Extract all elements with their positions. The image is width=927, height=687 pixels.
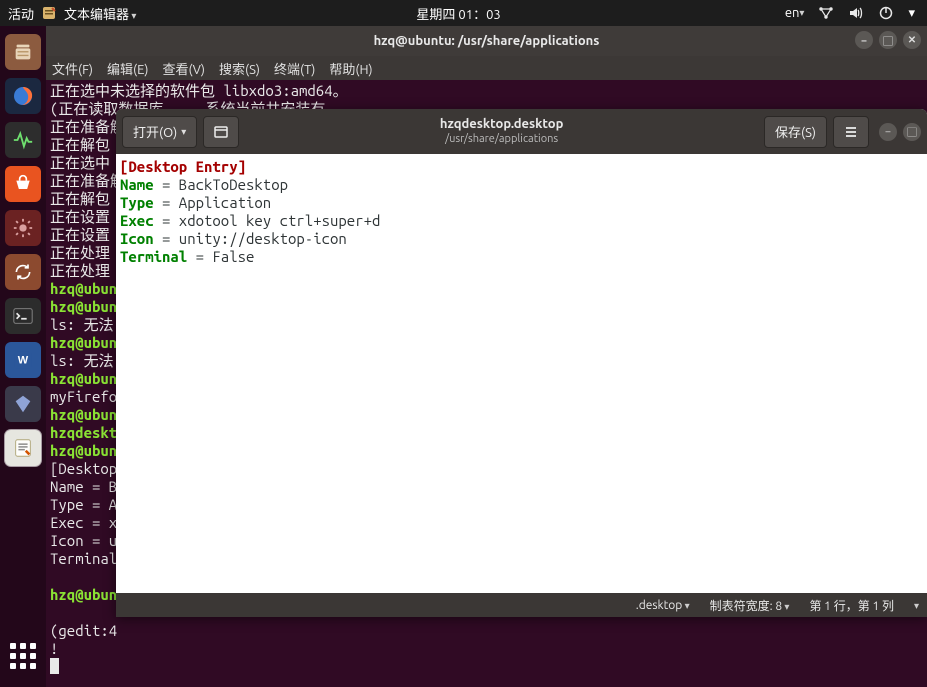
dock-terminal[interactable] — [5, 298, 41, 334]
menu-file[interactable]: 文件(F) — [52, 59, 93, 78]
gedit-maximize-button[interactable]: ▢ — [903, 123, 921, 141]
hamburger-menu-icon[interactable] — [833, 116, 869, 148]
terminal-title-text: hzq@ubuntu: /usr/share/applications — [374, 34, 600, 48]
terminal-titlebar[interactable]: hzq@ubuntu: /usr/share/applications – ▢ … — [46, 26, 927, 56]
menu-search[interactable]: 搜索(S) — [219, 59, 260, 78]
maximize-button[interactable]: ▢ — [879, 31, 897, 49]
chevron-down-icon[interactable]: ▾ — [904, 6, 919, 21]
dock: W — [0, 26, 46, 687]
activities-button[interactable]: 活动 — [8, 4, 34, 23]
gedit-headerbar[interactable]: 打开(O) hzqdesktop.desktop /usr/share/appl… — [116, 109, 927, 154]
gedit-text-view[interactable]: [Desktop Entry] Name = BackToDesktop Typ… — [116, 154, 927, 593]
dock-diamond[interactable] — [5, 386, 41, 422]
app-menu-icon — [40, 4, 58, 22]
dock-software[interactable] — [5, 166, 41, 202]
menu-edit[interactable]: 编辑(E) — [107, 59, 148, 78]
input-source-indicator[interactable]: en — [781, 6, 809, 20]
status-cursor: 第 1 行，第 1 列 — [809, 597, 894, 614]
gedit-minimize-button[interactable]: – — [879, 123, 897, 141]
top-panel: 活动 文本编辑器 星期四 01：03 en ▾ — [0, 0, 927, 26]
network-icon[interactable] — [814, 5, 838, 21]
dock-update[interactable] — [5, 254, 41, 290]
power-icon[interactable] — [874, 5, 898, 21]
open-button[interactable]: 打开(O) — [122, 116, 197, 148]
status-language[interactable]: .desktop — [636, 599, 690, 612]
dock-firefox[interactable] — [5, 78, 41, 114]
volume-icon[interactable] — [844, 5, 868, 21]
svg-text:W: W — [18, 355, 29, 367]
save-button[interactable]: 保存(S) — [764, 116, 827, 148]
status-extra-dropdown[interactable] — [914, 599, 919, 612]
dock-settings[interactable] — [5, 210, 41, 246]
gedit-title: hzqdesktop.desktop /usr/share/applicatio… — [245, 117, 758, 146]
close-button[interactable]: ✕ — [903, 31, 921, 49]
show-applications-button[interactable] — [6, 639, 40, 673]
dock-word[interactable]: W — [5, 342, 41, 378]
dock-monitor[interactable] — [5, 122, 41, 158]
clock[interactable]: 星期四 01：03 — [416, 4, 500, 23]
menu-help[interactable]: 帮助(H) — [329, 59, 372, 78]
gedit-statusbar: .desktop 制表符宽度: 8 第 1 行，第 1 列 — [116, 593, 927, 617]
app-menu-button[interactable]: 文本编辑器 — [64, 4, 136, 23]
dock-text-editor[interactable] — [5, 430, 41, 466]
text-editor-window: 打开(O) hzqdesktop.desktop /usr/share/appl… — [116, 109, 927, 617]
menu-view[interactable]: 查看(V) — [163, 59, 205, 78]
terminal-menubar: 文件(F) 编辑(E) 查看(V) 搜索(S) 终端(T) 帮助(H) — [46, 56, 927, 80]
new-tab-icon[interactable] — [203, 116, 239, 148]
minimize-button[interactable]: – — [855, 31, 873, 49]
dock-files[interactable] — [5, 34, 41, 70]
status-tab-width[interactable]: 制表符宽度: 8 — [710, 597, 790, 614]
menu-terminal[interactable]: 终端(T) — [274, 59, 315, 78]
terminal-cursor — [50, 658, 59, 674]
